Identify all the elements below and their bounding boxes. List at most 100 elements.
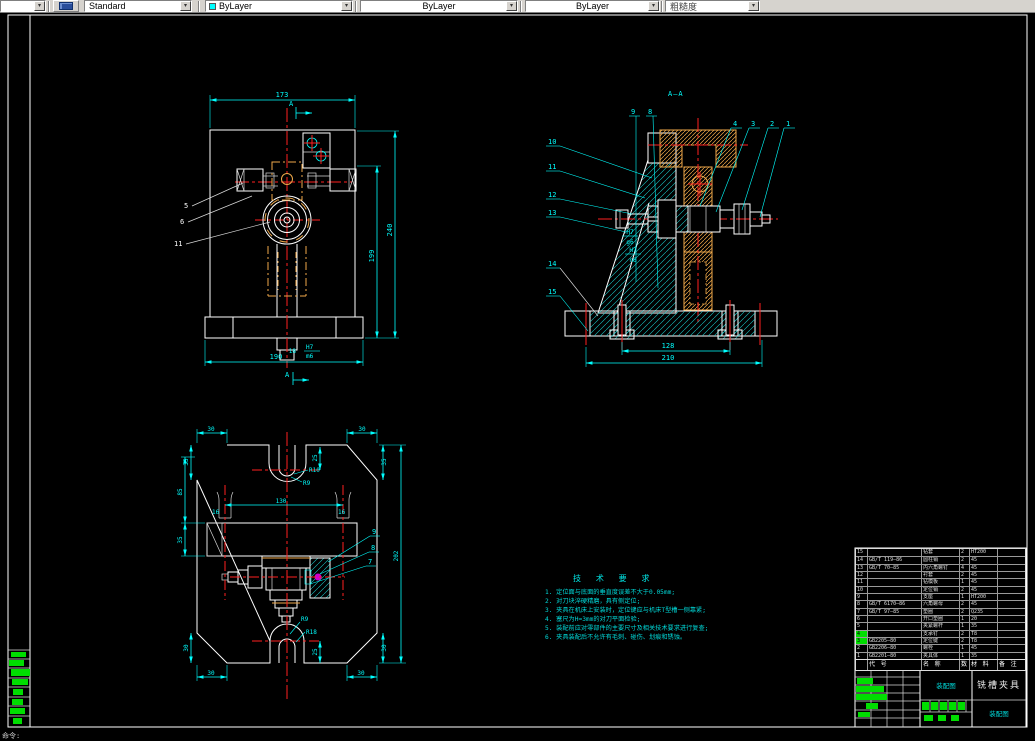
balloon-label: 10 — [548, 138, 556, 146]
balloon-label: 9 — [372, 528, 376, 536]
balloon-label: 2 — [770, 120, 774, 128]
dim-label: 30 — [381, 644, 388, 652]
dim-label: 190 — [270, 353, 283, 361]
bom-table: 15 钻套 2 HT200 14 GB/T 119—86 圆柱销 2 45 13 GB/T 70—8… — [855, 548, 1026, 671]
chevron-down-icon[interactable]: ▾ — [748, 1, 759, 11]
balloon-label: 8 — [648, 108, 652, 116]
lineweight-value: ByLayer — [575, 1, 610, 11]
balloon-label: 11 — [548, 163, 556, 171]
toolbar-button[interactable] — [53, 0, 79, 12]
balloon-label: 13 — [548, 209, 556, 217]
fit-label: H7 — [306, 344, 314, 351]
toolbar-separator — [520, 1, 522, 12]
dim-label: 30 — [207, 426, 215, 433]
dim-label: 128 — [662, 342, 675, 350]
color-value: ByLayer — [219, 1, 253, 11]
chevron-down-icon[interactable]: ▾ — [341, 1, 352, 11]
lineweight-combo[interactable]: ByLayer ▾ — [525, 0, 660, 12]
dim-label: 25 — [312, 648, 319, 656]
fit-label: 18 — [289, 348, 297, 355]
fit-label: g6 — [626, 239, 634, 246]
tech-notes-title: 技 术 要 求 — [573, 573, 654, 583]
linetype-combo[interactable]: ByLayer ▾ — [360, 0, 518, 12]
dim-label: 16 — [212, 509, 220, 516]
tech-note-line: 6. 夹具装配后不允许有毛刺、碰伤、划痕和锈蚀。 — [545, 633, 686, 641]
balloon-label: 3 — [751, 120, 755, 128]
chevron-down-icon[interactable]: ▾ — [180, 1, 191, 11]
color-swatch-icon — [209, 2, 216, 10]
linetype-value: ByLayer — [422, 1, 456, 11]
bom-row: 7 GB/T 97—85 垫圈 2 Q235 — [856, 607, 1025, 615]
dim-label: 85 — [177, 488, 184, 496]
balloon-label: 14 — [548, 260, 556, 268]
balloon-label: 1 — [786, 120, 790, 128]
dim-label: 130 — [276, 498, 287, 505]
bom-row: 11 钻模板 1 45 — [856, 578, 1025, 586]
chevron-down-icon[interactable]: ▾ — [648, 1, 659, 11]
bom-row: 1 GB2201—80 夹具体 1 35 — [856, 651, 1025, 659]
dim-label: 210 — [662, 354, 675, 362]
margin-revision-table — [8, 649, 30, 724]
tech-note-line: 4. 塞尺为H=3mm的对刀平面检验; — [545, 615, 640, 623]
chevron-down-icon[interactable]: ▾ — [506, 1, 517, 11]
balloon-label: 12 — [548, 191, 556, 199]
bom-row: 6 开口垫圈 1 20 — [856, 614, 1025, 623]
balloon-label: 4 — [733, 120, 737, 128]
bom-row: 10 定位销 2 45 — [856, 585, 1025, 593]
balloon-label: 15 — [548, 288, 556, 296]
section-letter: A — [285, 371, 290, 379]
dim-label: 25 — [312, 454, 319, 462]
radius-label: R18 — [306, 629, 317, 636]
bom-row: 8 GB/T 6170—86 六角螺母 2 45 — [856, 600, 1025, 608]
plan-view: 9 8 7 30 30 35 35 25 R10 R9 130 16 16 85… — [177, 426, 406, 700]
dim-label: 30 — [207, 670, 215, 677]
bom-row: 5 夹紧螺杆 1 35 — [856, 622, 1025, 630]
bom-row: 9 支座 1 HT200 — [856, 592, 1025, 601]
extra-combo[interactable]: 粗糙度 ▾ — [665, 0, 760, 12]
section-letter: A — [289, 100, 294, 108]
tech-note-line: 5. 装配前应对零部件的主要尺寸及相关技术要求进行复查; — [545, 624, 708, 632]
dim-label: 35 — [183, 458, 190, 466]
bom-row: 13 GB/T 70—85 内六角螺钉 4 45 — [856, 563, 1025, 571]
text-style-combo[interactable]: Standard ▾ — [84, 0, 192, 12]
radius-label: R9 — [301, 616, 309, 623]
toolbar-separator — [355, 1, 357, 12]
fit-label: n6 — [629, 257, 637, 264]
bom-row: 4 支承钉 2 T8 — [856, 629, 1025, 637]
radius-label: R10 — [309, 467, 320, 474]
fit-label: H7 — [629, 247, 637, 254]
technical-notes: 技 术 要 求 1. 定位面与底面的垂直度误差不大于0.05mm; 2. 对刀块… — [545, 573, 708, 641]
dim-label: 30 — [358, 426, 366, 433]
balloon-label: 7 — [368, 558, 372, 566]
chevron-down-icon[interactable]: ▾ — [34, 1, 45, 11]
balloon-label: 8 — [371, 544, 375, 552]
balloon-label: 11 — [174, 240, 182, 248]
top-toolbar: ▾ Standard ▾ ByLayer ▾ ByLayer ▾ ByLayer… — [0, 0, 1035, 13]
toolbar-combo-fragment[interactable]: ▾ — [0, 0, 46, 12]
command-line-text[interactable]: 命令: — [2, 731, 20, 741]
balloon-label: 6 — [180, 218, 184, 226]
tech-note-line: 1. 定位面与底面的垂直度误差不大于0.05mm; — [545, 588, 675, 596]
balloon-label: 9 — [631, 108, 635, 116]
bom-row: 12 衬套 2 45 — [856, 570, 1025, 579]
section-view: A—A 10 11 12 13 14 15 9 8 4 3 2 1 H7 g6 … — [546, 90, 795, 367]
dim-label: 199 — [368, 250, 376, 263]
dim-label: 35 — [177, 536, 184, 544]
dim-label: 202 — [393, 550, 400, 561]
balloon-label: 5 — [184, 202, 188, 210]
titleblock-bottom-label: 装配图 — [989, 709, 1009, 718]
dim-label: 173 — [276, 91, 289, 99]
front-view: 5 6 11 173 A 240 199 190 18 H7 m6 A — [174, 91, 399, 385]
color-combo[interactable]: ByLayer ▾ — [205, 0, 353, 12]
toolbar-separator — [48, 1, 50, 12]
product-title: 铣槽夹具 — [977, 679, 1021, 691]
bom-row: 3 GB2205—80 定位键 2 T8 — [856, 636, 1025, 645]
dim-label: 16 — [338, 509, 346, 516]
fit-label: H7 — [626, 229, 634, 236]
tech-note-line: 2. 对刀块淬硬精磨，具有侧定位; — [545, 597, 640, 605]
bom-row: 14 GB/T 119—86 圆柱销 2 45 — [856, 556, 1025, 564]
text-style-value: Standard — [89, 1, 126, 11]
bom-row: 2 GB2206—80 螺栓 1 45 — [856, 644, 1025, 652]
bom-row: 15 钻套 2 HT200 — [856, 549, 1025, 557]
section-title: A—A — [668, 90, 684, 98]
